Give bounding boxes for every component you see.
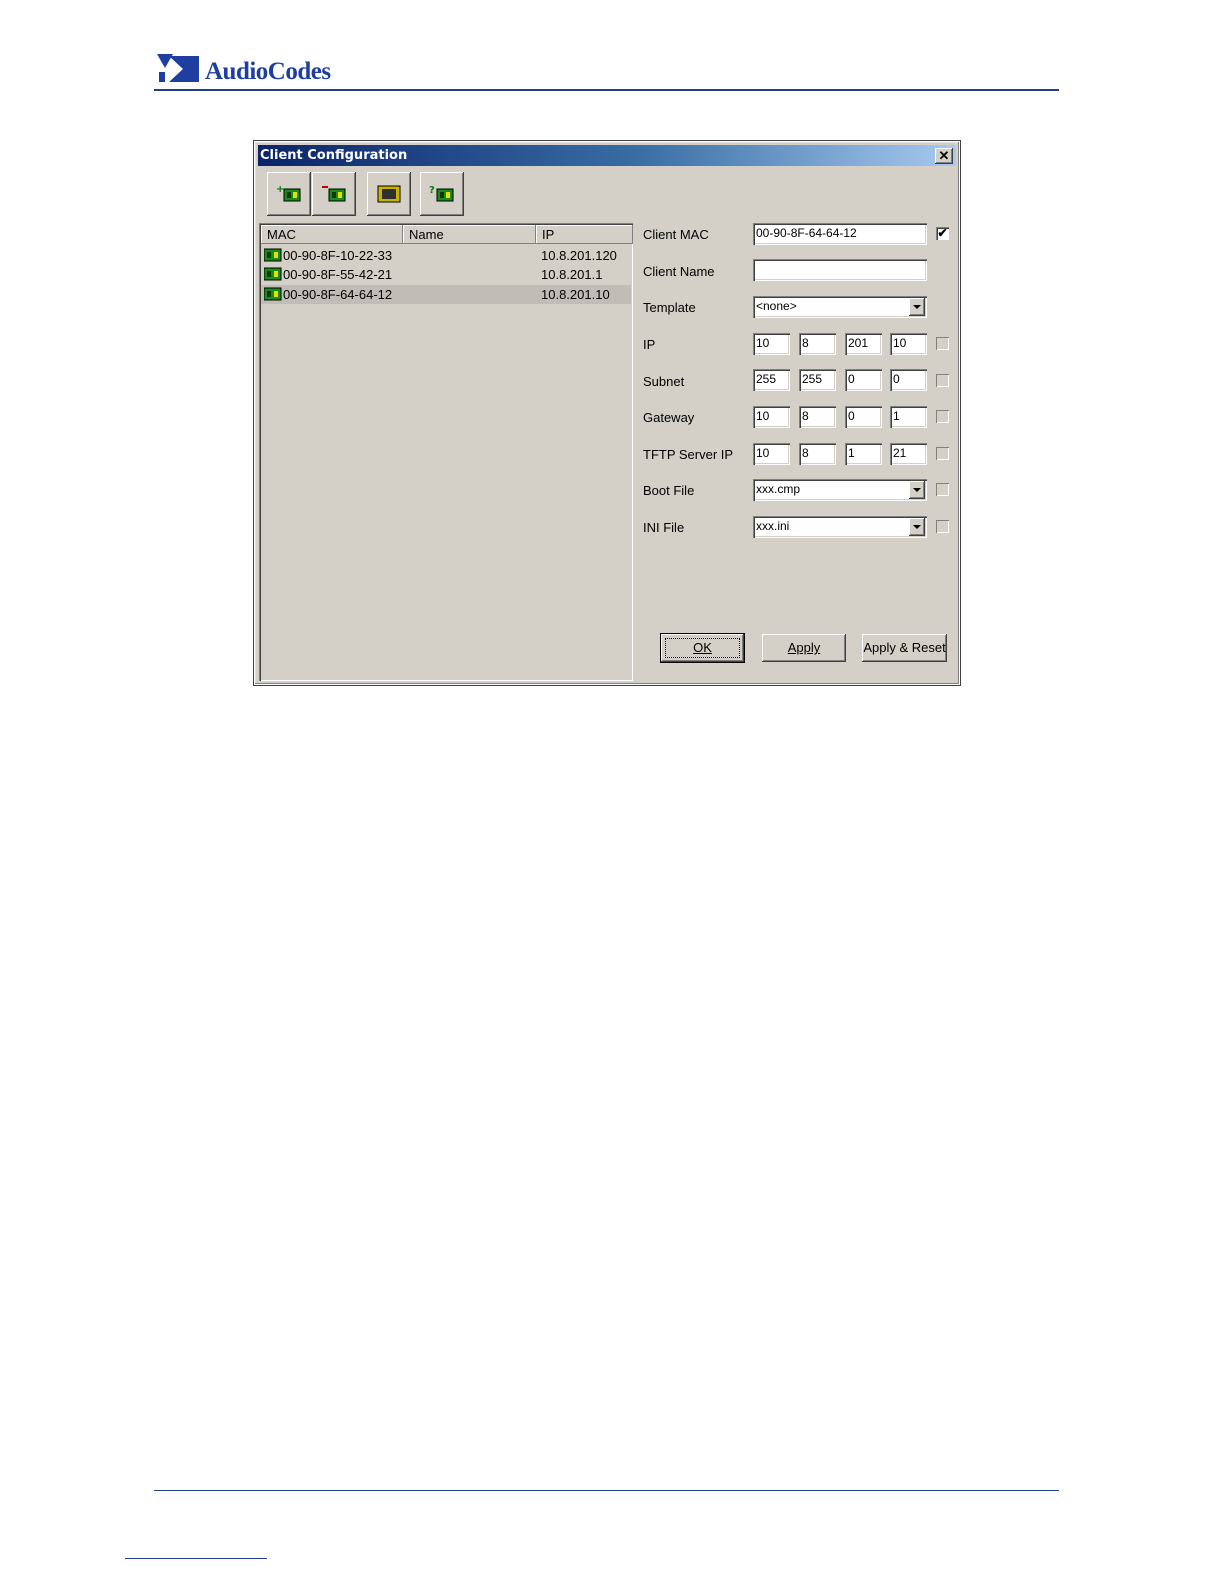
gateway-label: Gateway bbox=[643, 410, 695, 425]
client-configuration-dialog: Client Configuration ✕ + ? MAC Name IP 0… bbox=[253, 140, 961, 686]
apply-reset-button-label: Apply & Reset bbox=[863, 640, 946, 655]
client-info-button[interactable]: ? bbox=[420, 172, 464, 216]
templates-button[interactable] bbox=[367, 172, 411, 216]
boot-file-checkbox[interactable] bbox=[936, 483, 949, 496]
client-info-icon: ? bbox=[429, 185, 454, 202]
gateway-octet-2[interactable]: 8 bbox=[799, 406, 836, 428]
subnet-checkbox[interactable] bbox=[936, 374, 949, 387]
client-mac-field[interactable]: 00-90-8F-64-64-12 bbox=[753, 223, 927, 245]
client-mac-checkbox[interactable]: ✔ bbox=[936, 227, 949, 240]
close-icon: ✕ bbox=[938, 148, 950, 163]
boot-file-value: xxx.cmp bbox=[756, 482, 801, 496]
client-list[interactable]: MAC Name IP 00-90-8F-10-22-33 10.8.201.1… bbox=[259, 223, 633, 681]
ini-file-value: xxx.ini bbox=[756, 519, 790, 533]
svg-text:?: ? bbox=[429, 185, 435, 196]
ip-octet-4[interactable]: 10 bbox=[890, 333, 927, 355]
audiocodes-logo-icon bbox=[157, 54, 199, 82]
device-icon bbox=[264, 287, 282, 301]
template-value: <none> bbox=[756, 299, 797, 313]
column-header-ip[interactable]: IP bbox=[536, 225, 633, 244]
ini-file-checkbox[interactable] bbox=[936, 520, 949, 533]
svg-text:+: + bbox=[276, 184, 284, 195]
templates-icon bbox=[377, 185, 401, 203]
boot-file-label: Boot File bbox=[643, 483, 695, 498]
apply-button[interactable]: Apply bbox=[762, 634, 846, 662]
client-mac-label: Client MAC bbox=[643, 227, 709, 242]
add-client-button[interactable]: + bbox=[267, 172, 311, 216]
subnet-octet-1[interactable]: 255 bbox=[753, 369, 790, 391]
gateway-checkbox[interactable] bbox=[936, 410, 949, 423]
tftp-octet-4[interactable]: 21 bbox=[890, 443, 927, 465]
ip-octet-2[interactable]: 8 bbox=[799, 333, 836, 355]
subnet-octet-4[interactable]: 0 bbox=[890, 369, 927, 391]
client-mac: 00-90-8F-55-42-21 bbox=[283, 267, 393, 282]
subnet-octet-2[interactable]: 255 bbox=[799, 369, 836, 391]
footer-rule bbox=[154, 1490, 1059, 1491]
footnote-rule bbox=[125, 1558, 267, 1559]
dialog-title: Client Configuration bbox=[260, 148, 408, 163]
ip-label: IP bbox=[643, 337, 656, 352]
tftp-octet-2[interactable]: 8 bbox=[799, 443, 836, 465]
device-icon bbox=[264, 248, 282, 262]
ip-checkbox[interactable] bbox=[936, 337, 949, 350]
tftp-octet-1[interactable]: 10 bbox=[753, 443, 790, 465]
boot-file-select[interactable]: xxx.cmp bbox=[753, 479, 927, 501]
column-header-name[interactable]: Name bbox=[403, 225, 536, 244]
apply-reset-button[interactable]: Apply & Reset bbox=[862, 634, 947, 662]
remove-client-icon bbox=[322, 186, 346, 202]
close-button[interactable]: ✕ bbox=[935, 148, 953, 164]
ini-file-select[interactable]: xxx.ini bbox=[753, 516, 927, 538]
logo-text: AudioCodes bbox=[205, 58, 331, 85]
ip-octet-3[interactable]: 201 bbox=[845, 333, 882, 355]
client-name-field[interactable] bbox=[753, 259, 927, 281]
client-ip: 10.8.201.10 bbox=[541, 287, 610, 302]
remove-client-button[interactable] bbox=[312, 172, 356, 216]
subnet-octet-3[interactable]: 0 bbox=[845, 369, 882, 391]
gateway-octet-4[interactable]: 1 bbox=[890, 406, 927, 428]
client-mac: 00-90-8F-10-22-33 bbox=[283, 248, 393, 263]
ip-octet-1[interactable]: 10 bbox=[753, 333, 790, 355]
audiocodes-logo: AudioCodes bbox=[157, 52, 331, 86]
template-label: Template bbox=[643, 300, 696, 315]
ok-button[interactable]: OK bbox=[660, 633, 745, 663]
header-rule bbox=[154, 89, 1059, 91]
apply-button-label: Apply bbox=[787, 640, 821, 655]
tftp-octet-3[interactable]: 1 bbox=[845, 443, 882, 465]
tftp-server-ip-label: TFTP Server IP bbox=[643, 447, 734, 462]
chevron-down-icon[interactable] bbox=[909, 481, 925, 499]
column-header-mac[interactable]: MAC bbox=[261, 225, 403, 244]
add-client-icon: + bbox=[276, 184, 301, 202]
client-mac: 00-90-8F-64-64-12 bbox=[283, 287, 393, 302]
check-icon: ✔ bbox=[937, 226, 948, 240]
client-ip: 10.8.201.120 bbox=[541, 248, 617, 263]
gateway-octet-3[interactable]: 0 bbox=[845, 406, 882, 428]
list-item-selected[interactable]: 00-90-8F-64-64-12 10.8.201.10 bbox=[261, 285, 631, 304]
list-item[interactable]: 00-90-8F-55-42-21 10.8.201.1 bbox=[261, 265, 631, 284]
gateway-octet-1[interactable]: 10 bbox=[753, 406, 790, 428]
ini-file-label: INI File bbox=[643, 520, 685, 535]
tftp-checkbox[interactable] bbox=[936, 447, 949, 460]
subnet-label: Subnet bbox=[643, 374, 685, 389]
list-item[interactable]: 00-90-8F-10-22-33 10.8.201.120 bbox=[261, 246, 631, 265]
focus-rect bbox=[665, 638, 740, 658]
device-icon bbox=[264, 267, 282, 281]
template-select[interactable]: <none> bbox=[753, 296, 927, 318]
title-bar[interactable]: Client Configuration ✕ bbox=[258, 145, 956, 166]
client-name-label: Client Name bbox=[643, 264, 715, 279]
client-ip: 10.8.201.1 bbox=[541, 267, 603, 282]
chevron-down-icon[interactable] bbox=[909, 298, 925, 316]
chevron-down-icon[interactable] bbox=[909, 518, 925, 536]
